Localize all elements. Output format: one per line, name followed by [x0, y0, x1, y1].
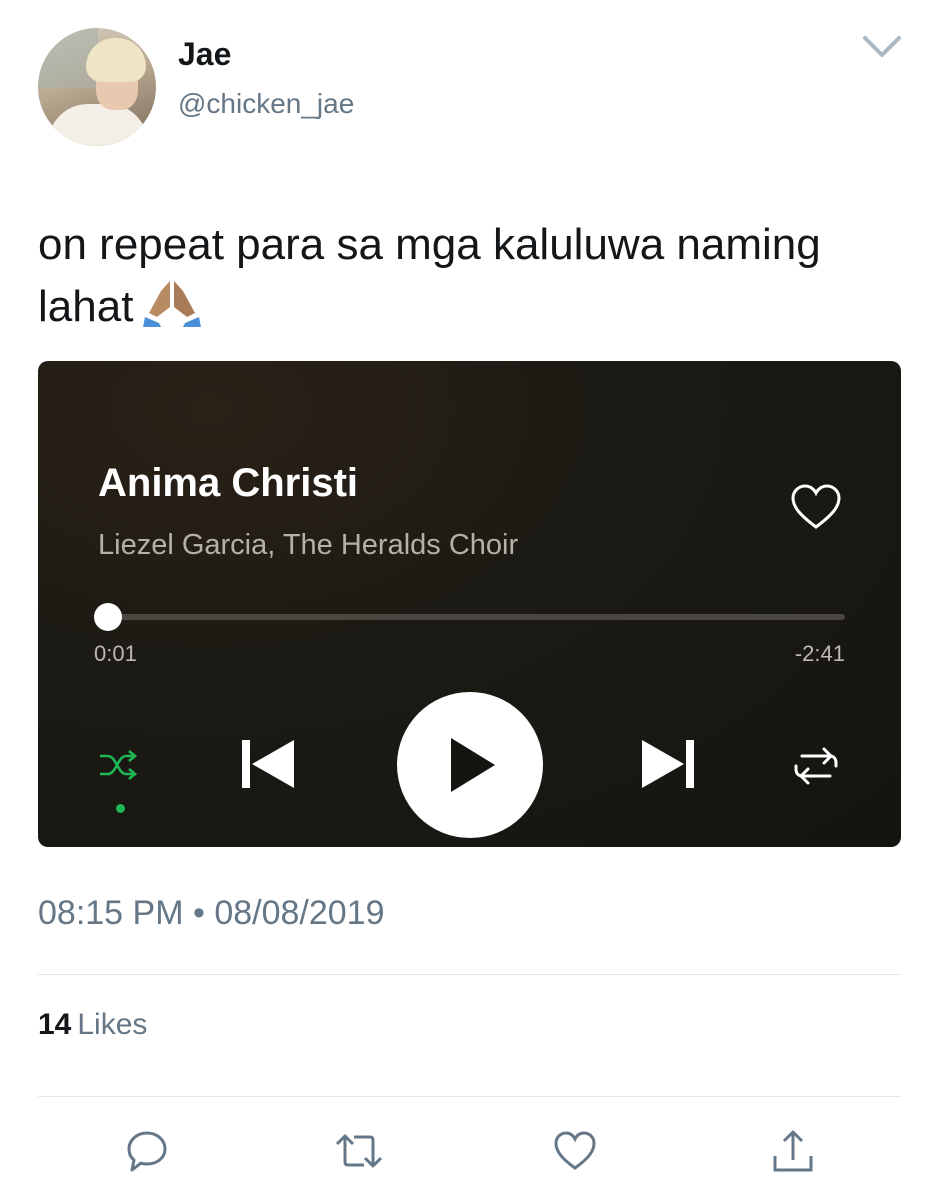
shuffle-active-dot — [116, 804, 125, 813]
previous-icon[interactable] — [238, 736, 298, 792]
progress-knob[interactable] — [94, 603, 123, 631]
divider — [38, 1096, 901, 1097]
likes-summary[interactable]: 14 Likes — [38, 1008, 147, 1042]
likes-label: Likes — [77, 1008, 148, 1041]
likes-count: 14 — [38, 1008, 72, 1041]
repeat-icon[interactable] — [790, 744, 842, 788]
avatar[interactable] — [38, 28, 156, 146]
progress-track[interactable] — [104, 614, 845, 620]
tweet-text: on repeat para sa mga kaluluwa naming la… — [38, 214, 898, 338]
time-remaining: -2:41 — [794, 641, 845, 666]
next-icon[interactable] — [638, 736, 698, 792]
shuffle-icon[interactable] — [98, 749, 138, 781]
divider — [38, 974, 901, 975]
avatar-hair — [86, 38, 146, 82]
time-elapsed: 0:01 — [94, 641, 137, 666]
tweet-timestamp[interactable]: 08:15 PM • 08/08/2019 — [38, 894, 385, 933]
heart-icon[interactable] — [790, 483, 842, 531]
user-handle[interactable]: @chicken_jae — [178, 88, 354, 120]
share-icon[interactable] — [770, 1128, 816, 1174]
play-icon — [451, 738, 495, 792]
chevron-down-icon[interactable] — [862, 34, 902, 60]
folded-hands-icon — [143, 277, 202, 327]
retweet-icon[interactable] — [334, 1128, 383, 1174]
avatar-body — [48, 104, 148, 146]
reply-icon[interactable] — [124, 1128, 170, 1174]
user-name[interactable]: Jae — [178, 36, 231, 73]
song-title: Anima Christi — [98, 461, 359, 505]
play-button[interactable] — [397, 692, 543, 838]
like-icon[interactable] — [552, 1128, 598, 1174]
song-artist: Liezel Garcia, The Heralds Choir — [98, 529, 519, 561]
music-player-card[interactable]: Anima Christi Liezel Garcia, The Heralds… — [38, 361, 901, 847]
